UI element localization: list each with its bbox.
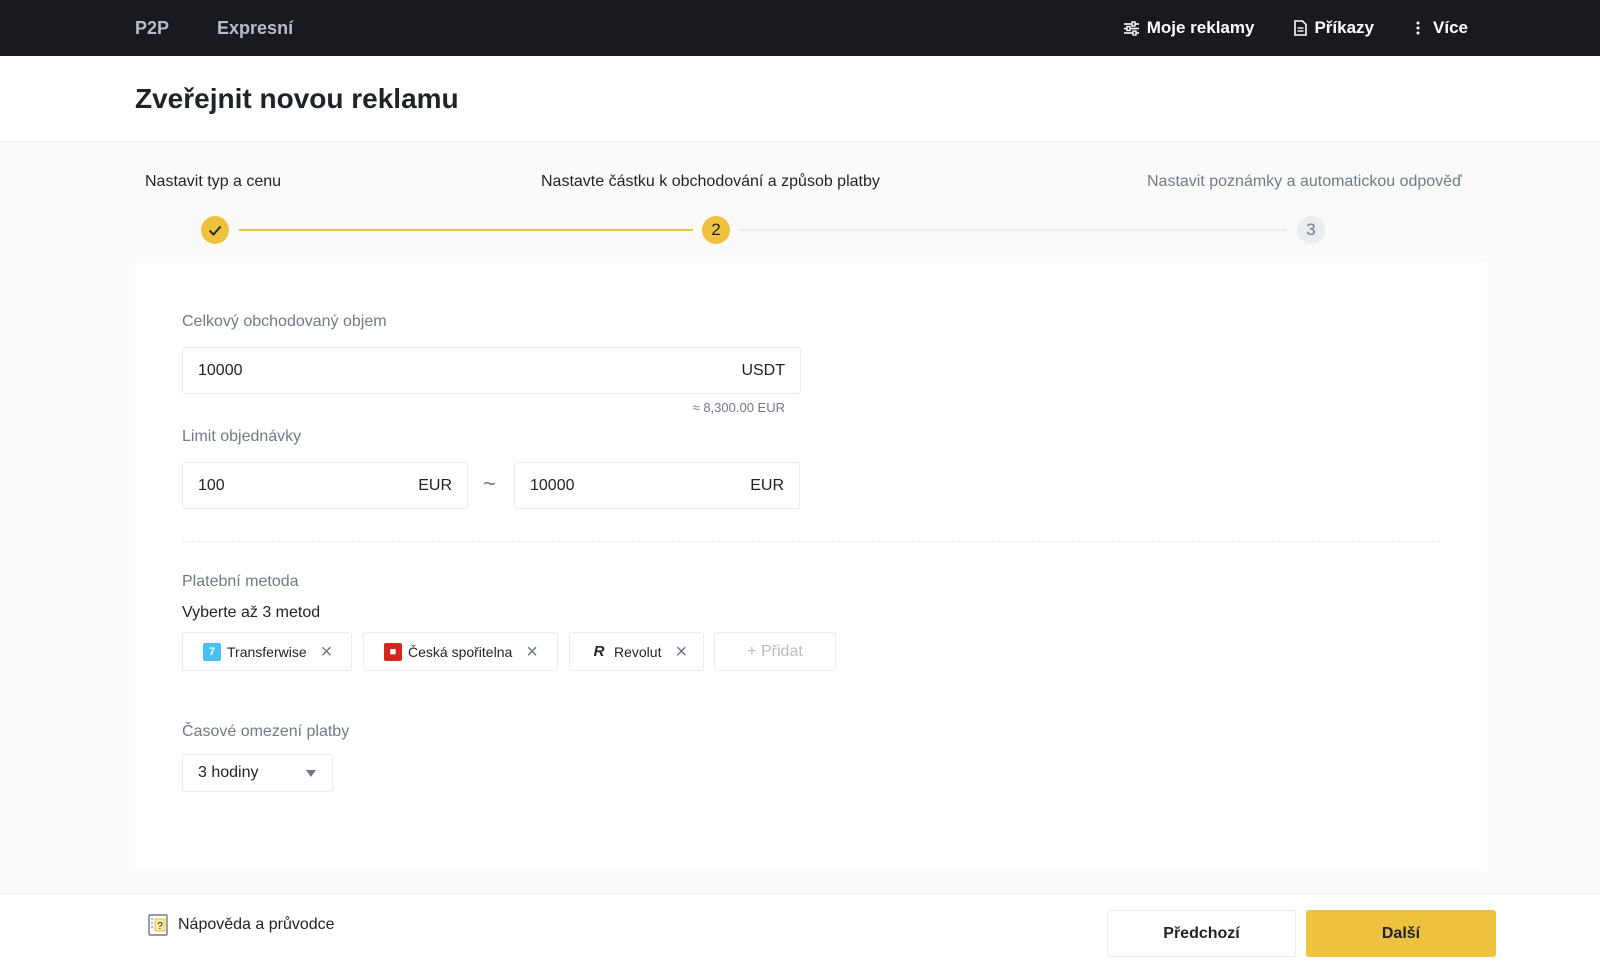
total-volume-approx: ≈ 8,300.00 EUR [692, 400, 785, 415]
next-button[interactable]: Další [1306, 910, 1496, 957]
order-limit-min-input[interactable]: 100 EUR [182, 462, 468, 509]
top-navigation: P2P Expresní Moje reklamy Příkazy Více [0, 0, 1600, 56]
ceska-sporitelna-logo-icon: ■ [384, 642, 402, 661]
step-1-label: Nastavit typ a cenu [145, 173, 282, 190]
nav-orders[interactable]: Příkazy [1294, 18, 1374, 38]
form-card: Celkový obchodovaný objem 10000 USDT ≈ 8… [135, 263, 1487, 871]
payment-chip-label: Revolut [614, 643, 662, 660]
payment-chip-label: Transferwise [227, 643, 307, 660]
nav-right-group: Moje reklamy Příkazy Více [1083, 0, 1468, 56]
step-1-checkmark-icon [201, 216, 229, 244]
step-3-label: Nastavit poznámky a automatickou odpověď [1147, 173, 1462, 190]
caret-down-icon [306, 769, 316, 777]
payment-chip-ceska-sporitelna[interactable]: ■ Česká spořitelna × [363, 632, 558, 671]
nav-p2p-link[interactable]: P2P [135, 18, 169, 39]
nav-my-ads-label: Moje reklamy [1146, 18, 1255, 37]
revolut-logo-icon: R [590, 642, 608, 661]
sliders-icon [1123, 20, 1139, 36]
help-guide-label: Nápověda a průvodce [178, 916, 335, 933]
range-separator: ~ [483, 471, 496, 496]
nav-more-label: Více [1433, 18, 1468, 37]
transferwise-logo-icon: 7 [203, 642, 221, 661]
step-2-label: Nastavte částku k obchodování a způsob p… [541, 173, 880, 190]
payment-chip-transferwise[interactable]: 7 Transferwise × [182, 632, 352, 671]
total-volume-value: 10000 [198, 361, 243, 379]
nav-my-ads[interactable]: Moje reklamy [1123, 18, 1255, 38]
order-limit-max-input[interactable]: 10000 EUR [514, 462, 800, 509]
payment-time-limit-label: Časové omezení platby [182, 723, 350, 740]
footer-bar: ? Nápověda a průvodce Předchozí Další [0, 895, 1600, 966]
order-limit-min-unit: EUR [418, 476, 452, 494]
payment-method-hint: Vyberte až 3 metod [182, 604, 321, 621]
payment-chip-revolut[interactable]: R Revolut × [569, 632, 704, 671]
help-guide-link[interactable]: ? Nápověda a průvodce [147, 913, 335, 937]
page-title: Zveřejnit novou reklamu [135, 83, 459, 114]
nav-express-link[interactable]: Expresní [217, 18, 293, 39]
step-2-circle: 2 [702, 216, 730, 244]
page-header: Zveřejnit novou reklamu [0, 56, 1600, 141]
order-limit-min-value: 100 [198, 476, 225, 494]
svg-text:?: ? [157, 921, 163, 932]
step-3-circle: 3 [1297, 216, 1325, 244]
order-limit-label: Limit objednávky [182, 428, 302, 445]
remove-chip-close-icon[interactable]: × [321, 642, 333, 662]
step-progress-line-empty [740, 229, 1287, 231]
total-volume-input[interactable]: 10000 USDT [182, 347, 801, 394]
remove-chip-close-icon[interactable]: × [526, 642, 538, 662]
add-payment-method-button[interactable]: + Přidat [714, 632, 836, 671]
payment-time-limit-value: 3 hodiny [198, 764, 259, 781]
nav-more[interactable]: Více [1414, 18, 1468, 38]
remove-chip-close-icon[interactable]: × [675, 642, 687, 662]
order-limit-max-value: 10000 [530, 476, 575, 494]
payment-time-limit-select[interactable]: 3 hodiny [182, 754, 333, 792]
help-document-icon: ? [148, 914, 168, 936]
payment-method-label: Platební metoda [182, 573, 299, 590]
total-volume-label: Celkový obchodovaný objem [182, 313, 387, 330]
more-vertical-icon [1416, 21, 1420, 35]
total-volume-unit: USDT [741, 361, 785, 379]
section-divider [182, 541, 1440, 542]
nav-orders-label: Příkazy [1314, 18, 1375, 37]
document-icon [1294, 20, 1308, 36]
step-progress-line-filled [239, 229, 693, 231]
nav-left-group: P2P Expresní [135, 0, 341, 56]
previous-button[interactable]: Předchozí [1107, 910, 1296, 957]
order-limit-max-unit: EUR [750, 476, 784, 494]
payment-chip-label: Česká spořitelna [408, 643, 513, 660]
